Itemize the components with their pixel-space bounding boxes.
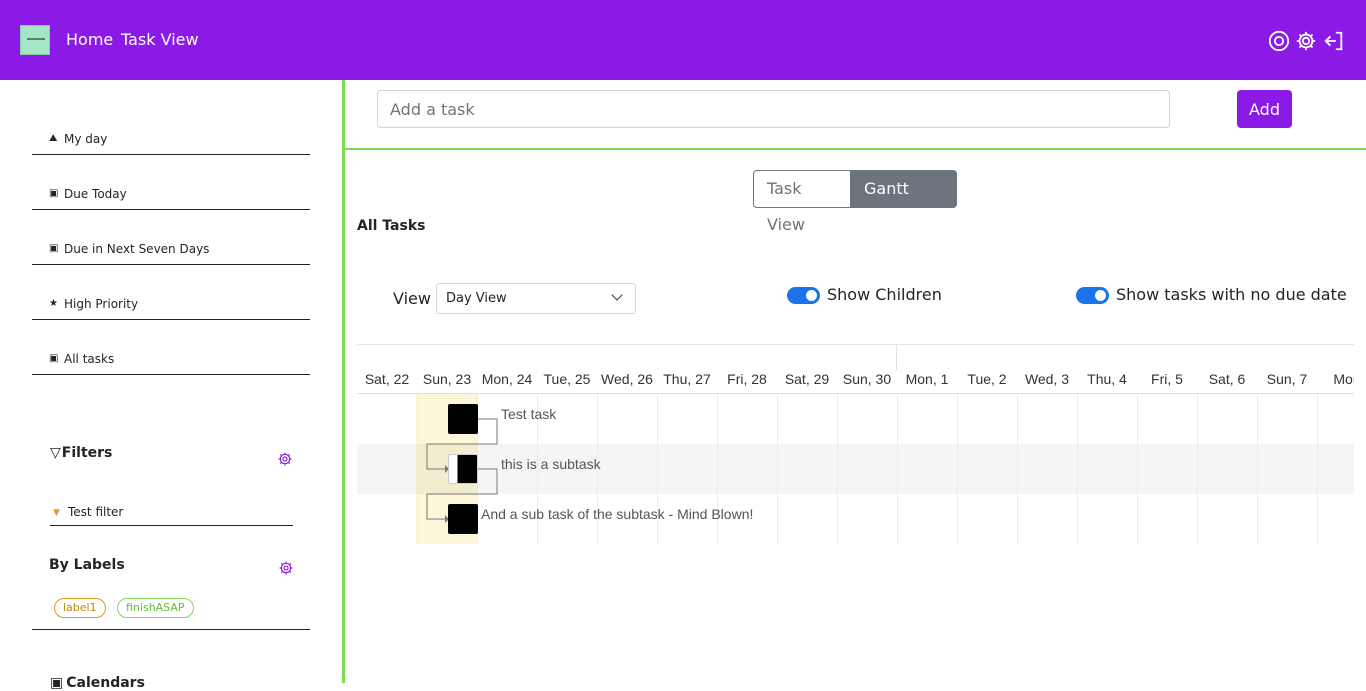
add-task-input[interactable]: [377, 90, 1170, 128]
gantt-bar-test-task[interactable]: [448, 404, 478, 434]
sidebar-item-label: Due in Next Seven Days: [64, 242, 210, 256]
gantt-bar-sub-subtask[interactable]: [448, 504, 478, 534]
sidebar-item-label: Due Today: [64, 187, 127, 201]
labels-heading: By Labels: [49, 557, 125, 573]
gantt-chart: Sat, 22 Sun, 23 Mon, 24 Tue, 25 Wed, 26 Thu, …: [357, 344, 1354, 544]
sidebar-item-all-tasks[interactable]: ▣ All tasks: [32, 345, 310, 375]
filter-item-label: Test filter: [68, 505, 124, 519]
settings-gear-icon[interactable]: [1295, 30, 1317, 52]
sidebar-item-my-day[interactable]: ⛰ My day: [32, 125, 310, 155]
view-mode-label: View: [393, 289, 431, 308]
logout-icon[interactable]: [1323, 30, 1345, 52]
gantt-task-label: this is a subtask: [501, 456, 601, 472]
sidebar-item-label: All tasks: [64, 352, 115, 366]
calendar-icon: ▣: [49, 353, 59, 364]
gantt-bar-subtask[interactable]: [448, 454, 478, 484]
funnel-icon: ▽: [50, 445, 61, 461]
section-title: All Tasks: [357, 218, 426, 234]
star-icon: ★: [49, 298, 58, 309]
sidebar-item-due-today[interactable]: ▣ Due Today: [32, 180, 310, 210]
chevron-down-icon: [611, 289, 623, 301]
gantt-task-label: And a sub task of the subtask - Mind Blo…: [481, 506, 754, 522]
view-mode-select[interactable]: Day View: [436, 283, 636, 314]
nav-task-view-link[interactable]: Task View: [121, 30, 199, 49]
calendars-heading: ▣ Calendars: [50, 675, 145, 691]
view-toggle-group: Task View Gantt View: [753, 170, 957, 234]
show-no-due-date-label: Show tasks with no due date: [1116, 285, 1347, 304]
filters-heading: ▽Filters: [50, 445, 113, 461]
show-no-due-date-toggle[interactable]: [1076, 287, 1109, 304]
add-task-button[interactable]: Add: [1237, 90, 1292, 128]
sidebar-item-next-seven-days[interactable]: ▣ Due in Next Seven Days: [32, 235, 310, 265]
top-navbar: Home Task View: [0, 0, 1366, 80]
filter-item-test-filter[interactable]: ▼ Test filter: [50, 503, 293, 526]
app-logo[interactable]: [20, 25, 50, 55]
sun-icon: ⛰: [49, 133, 58, 144]
calendar-icon: ▣: [50, 675, 64, 691]
calendar-icon: ▣: [49, 188, 59, 199]
gantt-view-toggle[interactable]: Gantt View: [851, 170, 957, 234]
sidebar-item-high-priority[interactable]: ★ High Priority: [32, 290, 310, 320]
sync-icon[interactable]: [1268, 30, 1290, 52]
show-children-label: Show Children: [827, 285, 942, 304]
nav-home-link[interactable]: Home: [66, 30, 113, 49]
gantt-task-label: Test task: [501, 406, 557, 422]
labels-settings-icon[interactable]: [279, 560, 293, 575]
show-children-toggle[interactable]: [787, 287, 820, 304]
label-chip-finishasap[interactable]: finishASAP: [117, 598, 194, 618]
labels-divider: [32, 629, 310, 630]
sidebar: [0, 80, 342, 683]
main-divider: [345, 148, 1366, 150]
label-chip-label1[interactable]: label1: [54, 598, 106, 618]
filter-icon: ▼: [53, 508, 60, 518]
sidebar-item-label: My day: [64, 132, 108, 146]
sidebar-item-label: High Priority: [64, 297, 139, 311]
calendar-icon: ▣: [49, 243, 59, 254]
filters-settings-icon[interactable]: [278, 451, 292, 466]
view-mode-value: Day View: [446, 291, 507, 306]
task-view-toggle[interactable]: Task View: [753, 170, 851, 234]
sidebar-divider: [342, 80, 345, 683]
